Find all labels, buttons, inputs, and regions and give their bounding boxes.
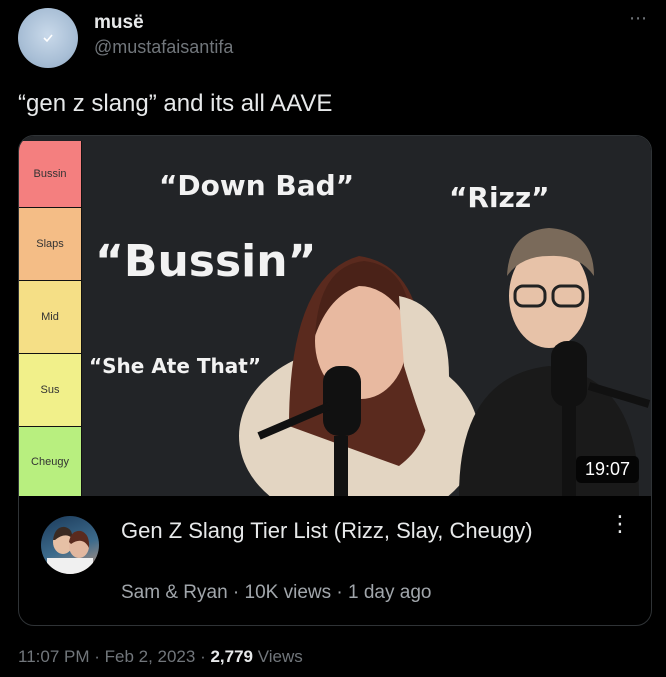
video-duration-badge: 19:07 [575,456,639,483]
author-handle[interactable]: @mustafaisantifa [94,37,233,58]
check-icon [43,34,53,43]
video-more-options-icon[interactable]: ⋮ [609,513,631,535]
overlay-rizz: “Rizz” [449,181,550,214]
video-meta: Sam & Ryan · 10K views · 1 day ago [121,582,432,603]
youtube-video-card[interactable]: Bussin Slaps Mid Sus Cheugy “Down Bad” “… [18,135,652,626]
overlay-down-bad: “Down Bad” [159,169,355,202]
views-label: Views [253,647,303,666]
tweet-text: “gen z slang” and its all AAVE [18,90,333,117]
tweet-timestamp[interactable]: 11:07 PM · Feb 2, 2023 · [18,647,210,666]
overlay-she-ate-that: “She Ate That” [89,354,261,378]
video-title[interactable]: Gen Z Slang Tier List (Rizz, Slay, Cheug… [121,516,561,546]
more-options-icon[interactable]: ⋯ [629,8,648,29]
author-name[interactable]: musë [94,12,144,34]
channel-avatar[interactable] [41,516,99,574]
video-thumbnail[interactable]: Bussin Slaps Mid Sus Cheugy “Down Bad” “… [19,136,651,496]
author-avatar[interactable] [18,8,78,68]
channel-avatar-image [47,526,93,574]
overlay-bussin: “Bussin” [95,236,317,287]
view-count: 2,779 [210,647,254,666]
tweet-footer: 11:07 PM · Feb 2, 2023 · 2,779 Views [18,647,303,667]
